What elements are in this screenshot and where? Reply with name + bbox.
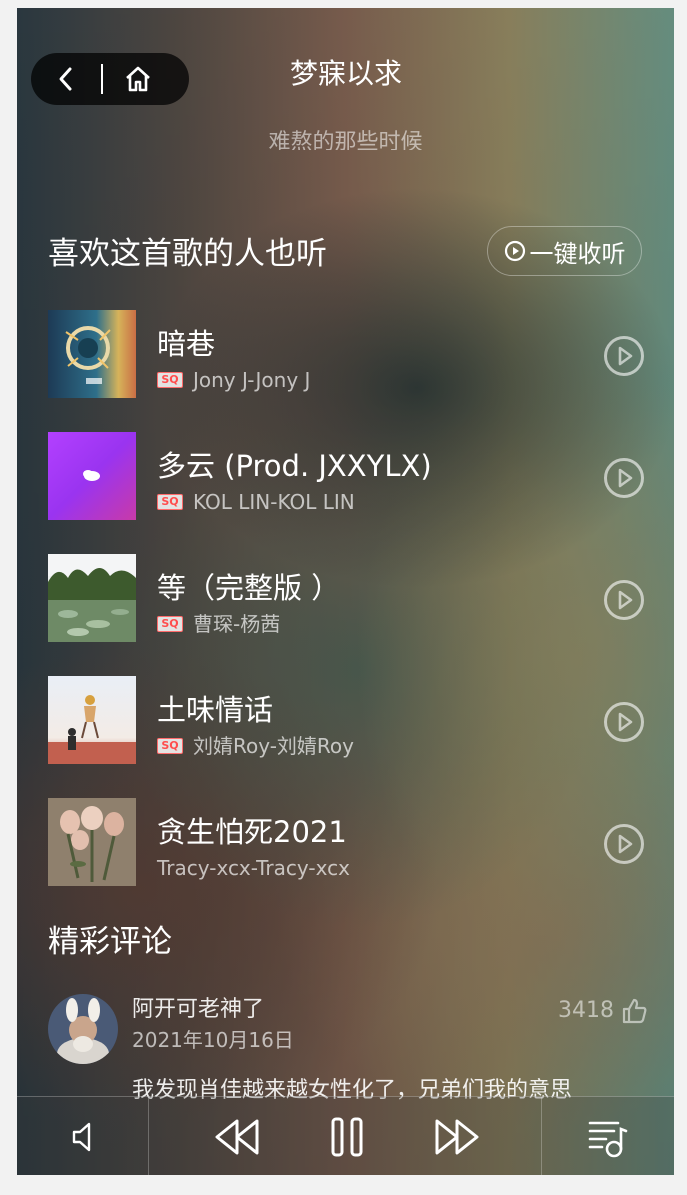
song-row[interactable]: 贪生怕死2021 Tracy-xcx-Tracy-xcx: [48, 798, 648, 920]
song-row[interactable]: 多云 (Prod. JXXYLX) SQ KOL LIN-KOL LIN: [48, 432, 648, 554]
comment-date: 2021年10月16日: [132, 1028, 294, 1052]
pause-button[interactable]: [317, 1097, 377, 1175]
listen-all-label: 一键收听: [529, 239, 626, 268]
comment-username[interactable]: 阿开可老神了: [132, 994, 264, 1026]
top-bar: 梦寐以求 难熬的那些时候: [17, 8, 674, 150]
album-cover-purple-cloud: [48, 432, 136, 520]
play-icon[interactable]: [603, 823, 645, 865]
play-icon[interactable]: [603, 701, 645, 743]
play-circle-icon: [504, 240, 525, 262]
sq-badge: SQ: [157, 494, 183, 510]
music-player-screen: 梦寐以求 难熬的那些时候 喜欢这首歌的人也听 一键收听 暗巷 SQ Jony J…: [17, 8, 674, 1175]
song-artist: 曹琛-杨茜: [193, 612, 281, 636]
comments-section-title: 精彩评论: [48, 924, 172, 960]
song-title: 贪生怕死2021: [157, 815, 347, 849]
fast-forward-icon: [435, 1119, 479, 1154]
page-title: 梦寐以求: [289, 57, 402, 90]
song-artist: Tracy-xcx-Tracy-xcx: [157, 856, 350, 880]
playlist-icon: [588, 1121, 628, 1157]
sq-badge: SQ: [157, 372, 183, 388]
player-control-bar: [17, 1096, 674, 1175]
nav-capsule: [31, 53, 189, 105]
back-button[interactable]: [31, 53, 101, 105]
song-title: 等（完整版 ）: [157, 571, 341, 605]
album-cover-roses: [48, 798, 136, 886]
song-row[interactable]: 土味情话 SQ 刘婧Roy-刘婧Roy: [48, 676, 648, 798]
thumbs-up-icon: [622, 998, 647, 1024]
divider: [148, 1097, 149, 1175]
song-row[interactable]: 暗巷 SQ Jony J-Jony J: [48, 310, 648, 432]
song-artist-line: SQ Jony J-Jony J: [157, 366, 310, 394]
sq-badge: SQ: [157, 616, 183, 632]
album-cover-lily-pond: [48, 554, 136, 642]
home-button[interactable]: [103, 53, 173, 105]
album-cover-beach-kids: [48, 676, 136, 764]
similar-section-title: 喜欢这首歌的人也听: [48, 236, 327, 272]
avatar[interactable]: [48, 994, 118, 1064]
album-cover-ring: [48, 310, 136, 398]
song-row[interactable]: 等（完整版 ） SQ 曹琛-杨茜: [48, 554, 648, 676]
song-title: 多云 (Prod. JXXYLX): [157, 449, 432, 483]
home-icon: [126, 66, 150, 92]
chevron-left-icon: [59, 67, 72, 91]
song-artist: 刘婧Roy-刘婧Roy: [193, 734, 355, 758]
speaker-icon: [72, 1122, 91, 1151]
divider: [541, 1097, 542, 1175]
next-button[interactable]: [427, 1097, 487, 1175]
song-artist-line: SQ KOL LIN-KOL LIN: [157, 488, 355, 516]
song-artist-line: Tracy-xcx-Tracy-xcx: [157, 854, 350, 882]
song-title: 土味情话: [157, 693, 274, 727]
playlist-button[interactable]: [582, 1097, 632, 1175]
sq-badge: SQ: [157, 738, 183, 754]
previous-button[interactable]: [207, 1097, 267, 1175]
similar-song-list: 暗巷 SQ Jony J-Jony J 多云 (Prod. JXXYLX) SQ…: [48, 310, 648, 920]
play-icon[interactable]: [603, 457, 645, 499]
pause-icon: [331, 1117, 363, 1156]
song-artist: Jony J-Jony J: [193, 368, 311, 392]
like-button[interactable]: 3418: [558, 996, 648, 1026]
song-artist: KOL LIN-KOL LIN: [193, 490, 355, 514]
play-icon[interactable]: [603, 335, 645, 377]
lyric-line: 难熬的那些时候: [268, 130, 423, 150]
song-title: 暗巷: [157, 327, 216, 361]
rewind-icon: [215, 1119, 259, 1154]
play-icon[interactable]: [603, 579, 645, 621]
song-artist-line: SQ 曹琛-杨茜: [157, 610, 280, 638]
listen-all-button[interactable]: 一键收听: [487, 226, 642, 276]
song-artist-line: SQ 刘婧Roy-刘婧Roy: [157, 732, 354, 760]
like-count: 3418: [558, 998, 614, 1023]
volume-button[interactable]: [57, 1097, 109, 1175]
